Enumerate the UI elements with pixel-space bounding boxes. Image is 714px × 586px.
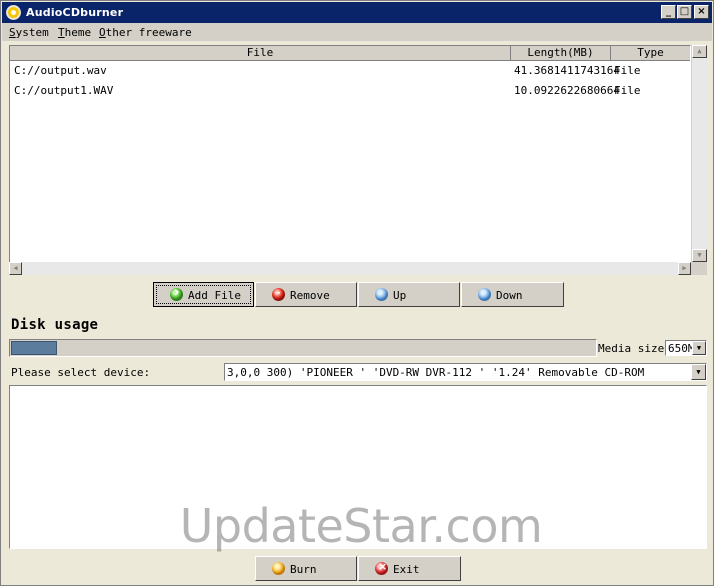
scroll-left-arrow-icon[interactable]: ◀ [9, 262, 22, 275]
file-list[interactable]: File Length(MB) Type C://output.wav 41.3… [9, 45, 691, 275]
exit-button[interactable]: Exit [358, 556, 461, 581]
up-button[interactable]: Up [358, 282, 460, 307]
disk-usage-bar [9, 339, 597, 357]
file-name: C://output.wav [14, 64, 107, 77]
red-minus-icon [272, 286, 285, 301]
menu-system[interactable]: System [9, 26, 49, 39]
up-label: Up [393, 289, 407, 302]
blue-down-icon [478, 288, 491, 301]
add-file-button[interactable]: Add File [153, 282, 254, 307]
column-length[interactable]: Length(MB) [511, 46, 611, 61]
menu-other-freeware[interactable]: Other freeware [99, 26, 192, 39]
device-label: Please select device: [11, 366, 151, 379]
file-row[interactable]: C://output.wav 41.3681411743164 File [14, 62, 690, 80]
disk-usage-title: Disk usage [11, 317, 99, 333]
file-row[interactable]: C://output1.WAV 10.0922622680664 File [14, 82, 690, 100]
media-size-value: 650M [668, 342, 695, 355]
horizontal-scrollbar[interactable]: ◀ ▶ [9, 262, 691, 275]
scroll-up-arrow-icon[interactable]: ▲ [692, 45, 707, 58]
remove-label: Remove [290, 289, 330, 302]
minimize-button[interactable]: _ [661, 5, 676, 19]
green-arrow-icon [170, 285, 183, 301]
maximize-button[interactable]: □ [677, 5, 692, 19]
file-length: 41.3681411743164 [514, 64, 620, 77]
file-type: File [614, 84, 641, 97]
remove-button[interactable]: Remove [255, 282, 357, 307]
burn-button[interactable]: Burn [255, 556, 357, 581]
disk-usage-fill [11, 341, 57, 355]
close-button[interactable]: × [694, 5, 709, 19]
app-window: AudioCDburner _ □ × System Theme Other f… [0, 0, 714, 586]
media-size-label: Media size: [598, 342, 671, 355]
device-value: 3,0,0 300) 'PIONEER ' 'DVD-RW DVR-112 ' … [227, 366, 645, 379]
scroll-right-arrow-icon[interactable]: ▶ [678, 262, 691, 275]
chevron-down-icon[interactable]: ▼ [691, 364, 706, 380]
device-select[interactable]: 3,0,0 300) 'PIONEER ' 'DVD-RW DVR-112 ' … [224, 363, 707, 381]
file-name: C://output1.WAV [14, 84, 114, 97]
column-type[interactable]: Type [611, 46, 690, 61]
vertical-scrollbar[interactable]: ▲ ▼ [691, 45, 707, 262]
down-label: Down [496, 289, 523, 302]
file-type: File [614, 64, 641, 77]
file-list-header: File Length(MB) Type [10, 46, 690, 62]
window-title: AudioCDburner [26, 6, 124, 19]
burn-label: Burn [290, 563, 317, 576]
media-size-select[interactable]: 650M ▼ [665, 340, 707, 356]
exit-label: Exit [393, 563, 420, 576]
down-button[interactable]: Down [461, 282, 564, 307]
cd-icon [6, 5, 21, 20]
watermark: UpdateStar.com [179, 499, 543, 553]
blue-up-icon [375, 288, 388, 301]
add-file-label: Add File [188, 289, 241, 302]
file-length: 10.0922622680664 [514, 84, 620, 97]
title-bar[interactable]: AudioCDburner _ □ × [2, 2, 712, 23]
burn-icon [272, 562, 285, 575]
scroll-corner [691, 262, 707, 275]
scroll-down-arrow-icon[interactable]: ▼ [692, 249, 707, 262]
menu-theme[interactable]: Theme [58, 26, 91, 39]
chevron-down-icon[interactable]: ▼ [692, 341, 706, 355]
column-file[interactable]: File [10, 46, 511, 61]
menu-bar: System Theme Other freeware [2, 23, 712, 41]
exit-icon [375, 560, 388, 575]
